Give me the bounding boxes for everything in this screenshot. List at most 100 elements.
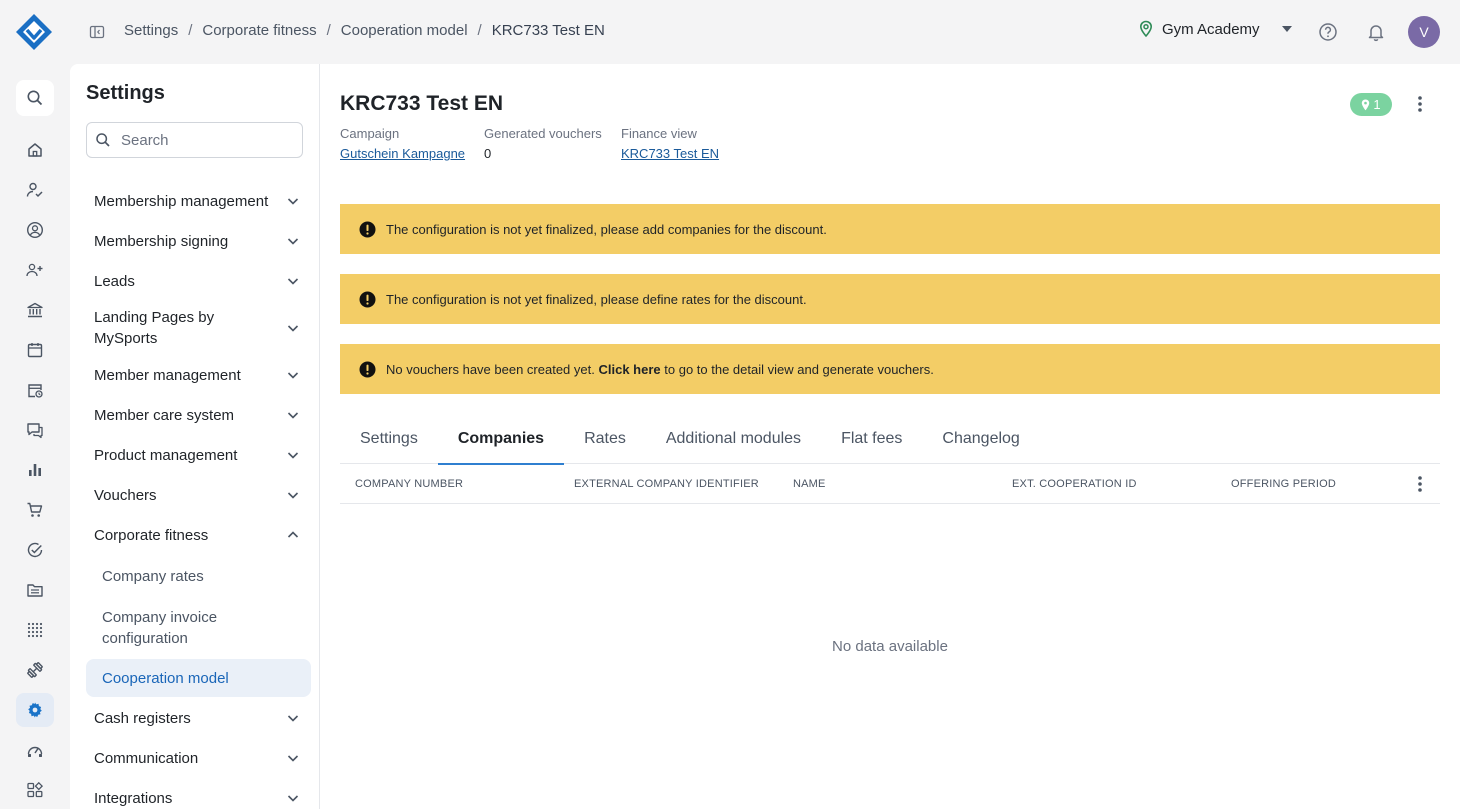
sidebar-search-input[interactable] <box>121 131 291 149</box>
rail-finance[interactable] <box>16 293 54 327</box>
empty-state: No data available <box>832 638 948 655</box>
nav-membership-management[interactable]: Membership management <box>86 181 311 221</box>
chevron-down-icon <box>287 412 299 419</box>
tab-rates[interactable]: Rates <box>564 420 646 464</box>
alert-text-after: to go to the detail view and generate vo… <box>664 361 934 377</box>
rail-appointments[interactable] <box>16 373 54 407</box>
nav-cooperation-model[interactable]: Cooperation model <box>86 659 311 697</box>
location-count-badge[interactable]: 1 <box>1350 93 1392 116</box>
search-icon <box>96 133 110 147</box>
vouchers-count: 0 <box>484 146 492 161</box>
alert-circle-icon <box>359 221 376 237</box>
breadcrumb-separator: / <box>477 22 482 39</box>
rail-home[interactable] <box>16 133 54 167</box>
chevron-down-icon <box>287 372 299 379</box>
meta-campaign: Campaign Gutschein Kampagne <box>340 126 465 161</box>
breadcrumb-separator: / <box>326 22 331 39</box>
rail-tasks[interactable] <box>16 533 54 567</box>
tab-companies[interactable]: Companies <box>437 420 565 465</box>
breadcrumb-corporate-fitness[interactable]: Corporate fitness <box>202 22 316 39</box>
calendar-icon <box>27 343 43 358</box>
studio-selector[interactable]: Gym Academy <box>1138 20 1292 38</box>
location-pin-icon <box>1139 20 1153 38</box>
rail-apps[interactable] <box>16 613 54 647</box>
rail-leads[interactable] <box>16 253 54 287</box>
tab-changelog[interactable]: Changelog <box>922 420 1039 464</box>
nav-company-rates[interactable]: Company rates <box>86 555 311 597</box>
column-options-icon[interactable] <box>1410 474 1430 494</box>
nav-member-care-system[interactable]: Member care system <box>86 395 311 435</box>
nav-label: Member care system <box>94 406 235 424</box>
user-avatar[interactable]: V <box>1408 16 1440 48</box>
tab-settings[interactable]: Settings <box>340 420 438 464</box>
tab-additional-modules[interactable]: Additional modules <box>646 420 821 464</box>
app-logo-icon[interactable] <box>14 12 54 52</box>
nav-label: Membership management <box>94 192 269 210</box>
nav-leads[interactable]: Leads <box>86 261 311 301</box>
meta-label: Finance view <box>621 126 697 141</box>
cart-icon <box>27 502 43 517</box>
column-external-company-identifier[interactable]: External company identifier <box>574 478 759 490</box>
nav-corporate-fitness[interactable]: Corporate fitness <box>86 515 311 555</box>
settings-nav: Membership management Membership signing… <box>86 181 311 809</box>
nav-communication[interactable]: Communication <box>86 738 311 778</box>
rail-members[interactable] <box>16 213 54 247</box>
home-icon <box>28 143 42 157</box>
finance-view-link[interactable]: KRC733 Test EN <box>621 146 719 161</box>
rail-calendar[interactable] <box>16 333 54 367</box>
rail-training[interactable] <box>16 653 54 687</box>
dumbbell-icon <box>27 662 43 678</box>
rail-search[interactable] <box>16 80 54 116</box>
rail-messages[interactable] <box>16 413 54 447</box>
rail-widgets[interactable] <box>16 773 54 807</box>
breadcrumb-settings[interactable]: Settings <box>124 22 178 39</box>
sidebar-title: Settings <box>86 82 165 104</box>
column-offering-period[interactable]: Offering period <box>1231 478 1336 490</box>
nav-membership-signing[interactable]: Membership signing <box>86 221 311 261</box>
nav-sub-label: Cooperation model <box>102 669 229 687</box>
rail-support[interactable] <box>16 733 54 767</box>
column-name[interactable]: Name <box>793 478 826 490</box>
calendar-clock-icon <box>28 384 43 398</box>
nav-label: Landing Pages by MySports <box>94 309 215 347</box>
rail-documents[interactable] <box>16 573 54 607</box>
more-options-icon[interactable] <box>1410 94 1430 114</box>
nav-landing-pages[interactable]: Landing Pages by MySports <box>86 301 311 355</box>
rail-analytics[interactable] <box>16 453 54 487</box>
nav-cash-registers[interactable]: Cash registers <box>86 698 311 738</box>
nav-member-management[interactable]: Member management <box>86 355 311 395</box>
chevron-down-icon <box>287 492 299 499</box>
gauge-icon <box>27 746 43 757</box>
column-company-number[interactable]: Company number <box>355 478 463 490</box>
nav-label: Communication <box>94 749 199 767</box>
chevron-down-icon <box>287 715 299 722</box>
breadcrumb: Settings / Corporate fitness / Cooperati… <box>124 22 605 39</box>
chevron-down-icon <box>287 795 299 802</box>
breadcrumb-cooperation-model[interactable]: Cooperation model <box>341 22 468 39</box>
nav-vouchers[interactable]: Vouchers <box>86 475 311 515</box>
alert-circle-icon <box>359 291 376 307</box>
rail-shop[interactable] <box>16 493 54 527</box>
page-title: KRC733 Test EN <box>340 92 503 115</box>
campaign-link[interactable]: Gutschein Kampagne <box>340 146 465 161</box>
click-here-link[interactable]: Click here <box>598 362 660 377</box>
nav-product-management[interactable]: Product management <box>86 435 311 475</box>
column-ext-cooperation-id[interactable]: Ext. cooperation ID <box>1012 478 1137 490</box>
nav-label: Corporate fitness <box>94 526 209 544</box>
help-icon[interactable] <box>1318 22 1338 42</box>
user-check-icon <box>26 182 43 198</box>
rail-checkin[interactable] <box>16 173 54 207</box>
nav-integrations[interactable]: Integrations <box>86 778 311 809</box>
bell-icon[interactable] <box>1366 22 1386 42</box>
alert-vouchers: No vouchers have been created yet. Click… <box>340 344 1440 394</box>
sidebar-toggle-icon[interactable] <box>89 24 105 40</box>
alert-companies: The configuration is not yet finalized, … <box>340 204 1440 254</box>
nav-sub-label: Company rates <box>102 567 204 585</box>
tab-flat-fees[interactable]: Flat fees <box>821 420 922 464</box>
nav-company-invoice-configuration[interactable]: Company invoice configuration <box>86 597 311 659</box>
meta-label: Generated vouchers <box>484 126 602 141</box>
users-plus-icon <box>26 263 43 277</box>
table-header: Company number External company identifi… <box>340 464 1440 504</box>
gear-icon <box>28 702 42 718</box>
rail-settings[interactable] <box>16 693 54 727</box>
